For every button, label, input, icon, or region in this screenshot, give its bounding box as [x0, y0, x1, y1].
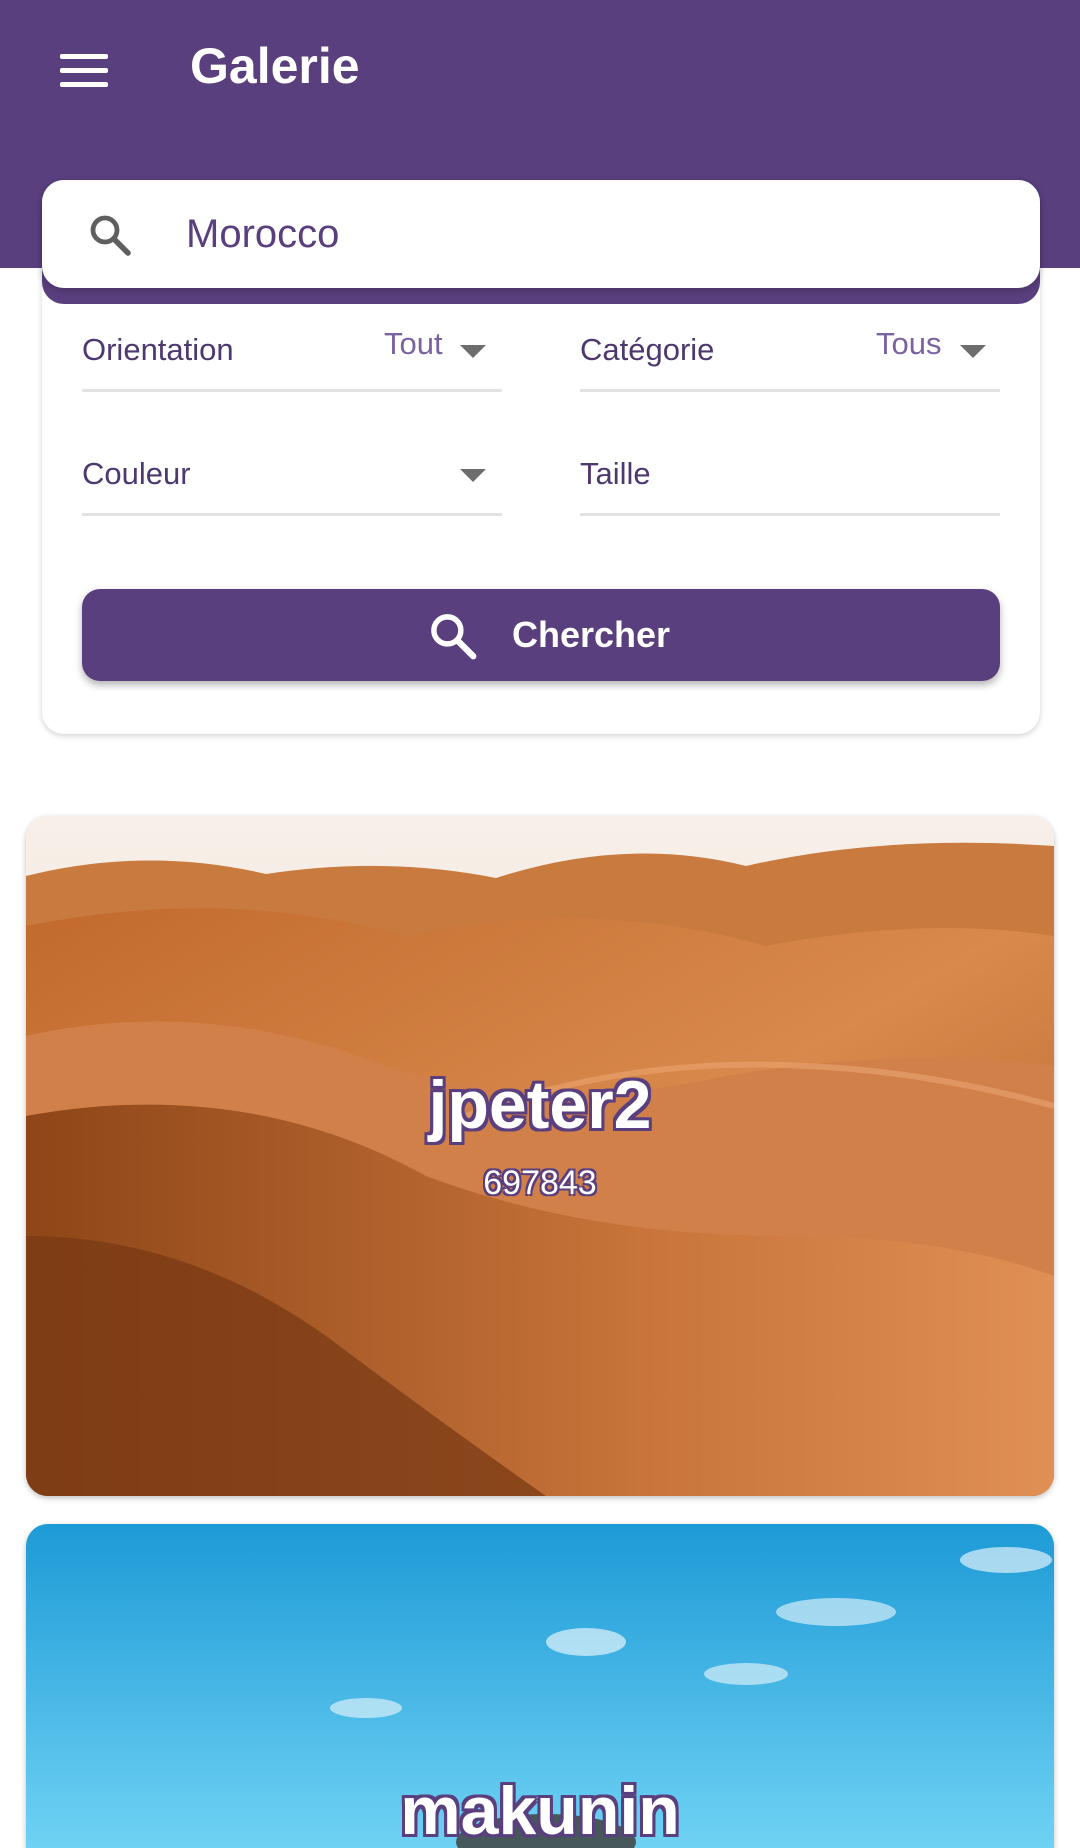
color-dropdown[interactable]: Couleur: [82, 454, 502, 516]
result-card[interactable]: jpeter2 697843: [26, 816, 1054, 1496]
category-label: Catégorie: [580, 332, 715, 367]
chevron-down-icon: [960, 345, 986, 358]
result-card[interactable]: makunin: [26, 1524, 1054, 1848]
result-image: [26, 816, 1054, 1496]
chevron-down-icon: [460, 345, 486, 358]
category-value: Tous: [876, 326, 942, 361]
category-dropdown[interactable]: Catégorie Tous: [580, 326, 1000, 392]
search-button-label: Chercher: [512, 614, 671, 655]
search-icon: [431, 614, 477, 660]
size-label: Taille: [580, 456, 651, 491]
result-username: makunin: [400, 1773, 680, 1848]
menu-icon[interactable]: [48, 34, 120, 106]
orientation-label: Orientation: [82, 332, 234, 367]
search-input[interactable]: [186, 204, 1006, 264]
size-dropdown[interactable]: Taille: [580, 454, 1000, 516]
result-id: 697843: [483, 1164, 597, 1202]
color-label: Couleur: [82, 456, 191, 491]
search-button[interactable]: Chercher: [82, 589, 1000, 681]
chevron-down-icon: [460, 469, 486, 482]
result-username: jpeter2: [428, 1067, 652, 1143]
page-title: Galerie: [190, 38, 360, 94]
orientation-value: Tout: [384, 326, 443, 361]
search-icon: [90, 215, 131, 256]
orientation-dropdown[interactable]: Orientation Tout: [82, 326, 502, 392]
